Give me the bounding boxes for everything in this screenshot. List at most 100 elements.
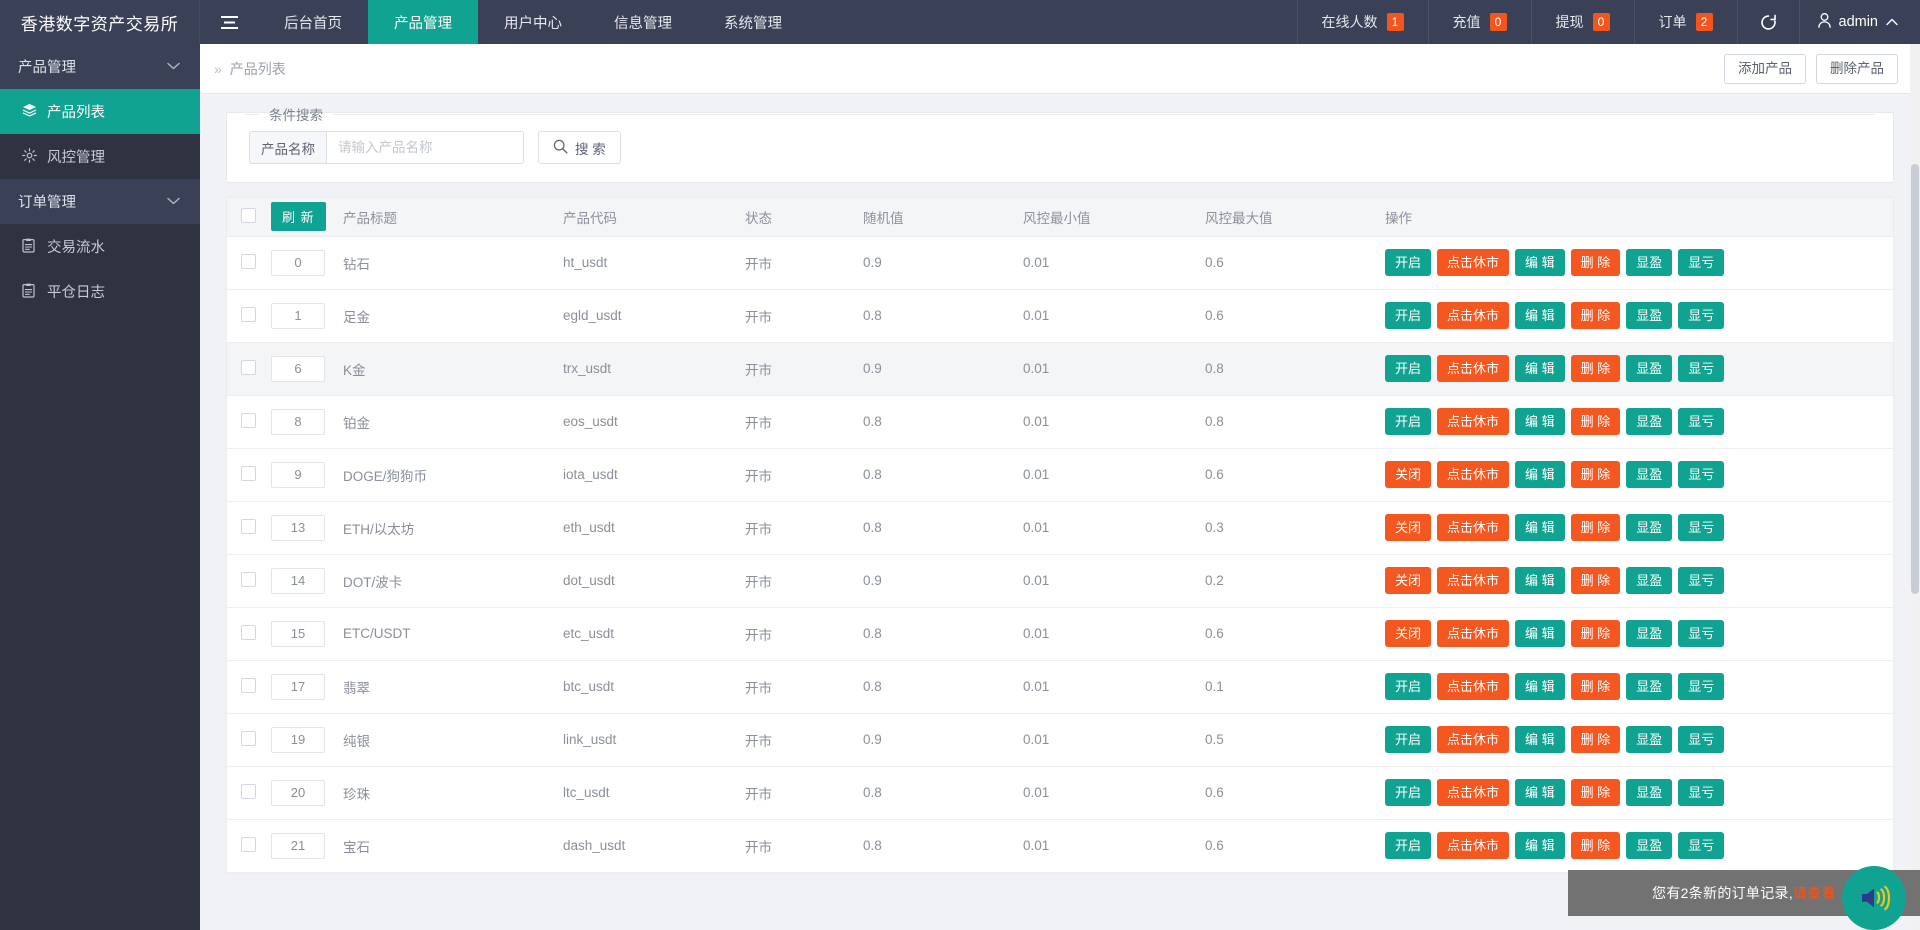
- show-profit-button[interactable]: 显盈: [1626, 408, 1672, 436]
- show-profit-button[interactable]: 显盈: [1626, 726, 1672, 754]
- show-profit-button[interactable]: 显盈: [1626, 249, 1672, 277]
- nav-item-dashboard[interactable]: 后台首页: [258, 0, 368, 44]
- show-loss-button[interactable]: 显亏: [1678, 355, 1724, 383]
- column-header-risk-min[interactable]: 风控最小值: [1017, 198, 1199, 236]
- refresh-button[interactable]: 刷 新: [271, 202, 326, 231]
- table-row[interactable]: 21宝石dash_usdt开市0.80.010.6开启点击休市编 辑删 除显盈显…: [227, 819, 1893, 872]
- scrollbar-thumb[interactable]: [1911, 164, 1919, 594]
- sidebar-item-product-list[interactable]: 产品列表: [0, 89, 200, 134]
- toggle-market-button[interactable]: 开启: [1385, 249, 1431, 277]
- edit-button[interactable]: 编 辑: [1515, 302, 1565, 330]
- delete-button[interactable]: 删 除: [1571, 302, 1621, 330]
- edit-button[interactable]: 编 辑: [1515, 408, 1565, 436]
- table-row[interactable]: 19纯银link_usdt开市0.90.010.5开启点击休市编 辑删 除显盈显…: [227, 713, 1893, 766]
- search-input[interactable]: [326, 131, 524, 164]
- delete-button[interactable]: 删 除: [1571, 620, 1621, 648]
- row-id-value[interactable]: 14: [271, 568, 325, 594]
- sidebar-group-products[interactable]: 产品管理: [0, 44, 200, 89]
- edit-button[interactable]: 编 辑: [1515, 620, 1565, 648]
- show-profit-button[interactable]: 显盈: [1626, 779, 1672, 807]
- delete-button[interactable]: 删 除: [1571, 673, 1621, 701]
- toggle-market-button[interactable]: 关闭: [1385, 461, 1431, 489]
- show-loss-button[interactable]: 显亏: [1678, 779, 1724, 807]
- search-button[interactable]: 搜 索: [538, 131, 621, 164]
- table-row[interactable]: 6K金trx_usdt开市0.90.010.8开启点击休市编 辑删 除显盈显亏: [227, 342, 1893, 395]
- notification-link[interactable]: 请查看: [1793, 883, 1836, 903]
- delete-button[interactable]: 删 除: [1571, 408, 1621, 436]
- row-id-value[interactable]: 20: [271, 780, 325, 806]
- toggle-market-button[interactable]: 开启: [1385, 355, 1431, 383]
- stat-withdraw[interactable]: 提现 0: [1531, 0, 1634, 44]
- user-menu[interactable]: admin: [1799, 0, 1920, 44]
- edit-button[interactable]: 编 辑: [1515, 567, 1565, 595]
- row-checkbox[interactable]: [241, 360, 256, 375]
- delete-button[interactable]: 删 除: [1571, 567, 1621, 595]
- edit-button[interactable]: 编 辑: [1515, 726, 1565, 754]
- column-header-status[interactable]: 状态: [739, 198, 857, 236]
- delete-product-button[interactable]: 删除产品: [1816, 54, 1898, 84]
- suspend-market-button[interactable]: 点击休市: [1437, 832, 1509, 860]
- table-row[interactable]: 9DOGE/狗狗币iota_usdt开市0.80.010.6关闭点击休市编 辑删…: [227, 448, 1893, 501]
- table-row[interactable]: 0钻石ht_usdt开市0.90.010.6开启点击休市编 辑删 除显盈显亏: [227, 236, 1893, 289]
- show-profit-button[interactable]: 显盈: [1626, 514, 1672, 542]
- suspend-market-button[interactable]: 点击休市: [1437, 567, 1509, 595]
- edit-button[interactable]: 编 辑: [1515, 514, 1565, 542]
- table-row[interactable]: 14DOT/波卡dot_usdt开市0.90.010.2关闭点击休市编 辑删 除…: [227, 554, 1893, 607]
- delete-button[interactable]: 删 除: [1571, 779, 1621, 807]
- row-checkbox[interactable]: [241, 678, 256, 693]
- row-checkbox[interactable]: [241, 413, 256, 428]
- row-checkbox[interactable]: [241, 784, 256, 799]
- suspend-market-button[interactable]: 点击休市: [1437, 461, 1509, 489]
- show-profit-button[interactable]: 显盈: [1626, 461, 1672, 489]
- column-header-title[interactable]: 产品标题: [337, 198, 557, 236]
- suspend-market-button[interactable]: 点击休市: [1437, 514, 1509, 542]
- suspend-market-button[interactable]: 点击休市: [1437, 249, 1509, 277]
- show-loss-button[interactable]: 显亏: [1678, 567, 1724, 595]
- delete-button[interactable]: 删 除: [1571, 249, 1621, 277]
- nav-item-users[interactable]: 用户中心: [478, 0, 588, 44]
- show-profit-button[interactable]: 显盈: [1626, 620, 1672, 648]
- edit-button[interactable]: 编 辑: [1515, 779, 1565, 807]
- suspend-market-button[interactable]: 点击休市: [1437, 620, 1509, 648]
- suspend-market-button[interactable]: 点击休市: [1437, 302, 1509, 330]
- sidebar-item-transaction-flow[interactable]: 交易流水: [0, 224, 200, 269]
- row-id-value[interactable]: 19: [271, 727, 325, 753]
- edit-button[interactable]: 编 辑: [1515, 461, 1565, 489]
- row-id-value[interactable]: 21: [271, 833, 325, 859]
- table-row[interactable]: 8铂金eos_usdt开市0.80.010.8开启点击休市编 辑删 除显盈显亏: [227, 395, 1893, 448]
- show-profit-button[interactable]: 显盈: [1626, 832, 1672, 860]
- suspend-market-button[interactable]: 点击休市: [1437, 673, 1509, 701]
- toggle-market-button[interactable]: 开启: [1385, 408, 1431, 436]
- toggle-market-button[interactable]: 开启: [1385, 673, 1431, 701]
- toggle-market-button[interactable]: 关闭: [1385, 514, 1431, 542]
- row-checkbox[interactable]: [241, 572, 256, 587]
- stat-deposit[interactable]: 充值 0: [1428, 0, 1531, 44]
- sidebar-item-risk-control[interactable]: 风控管理: [0, 134, 200, 179]
- add-product-button[interactable]: 添加产品: [1724, 54, 1806, 84]
- table-row[interactable]: 13ETH/以太坊eth_usdt开市0.80.010.3关闭点击休市编 辑删 …: [227, 501, 1893, 554]
- delete-button[interactable]: 删 除: [1571, 461, 1621, 489]
- row-id-value[interactable]: 8: [271, 409, 325, 435]
- row-checkbox[interactable]: [241, 466, 256, 481]
- suspend-market-button[interactable]: 点击休市: [1437, 726, 1509, 754]
- table-row[interactable]: 1足金egld_usdt开市0.80.010.6开启点击休市编 辑删 除显盈显亏: [227, 289, 1893, 342]
- table-row[interactable]: 15ETC/USDTetc_usdt开市0.80.010.6关闭点击休市编 辑删…: [227, 607, 1893, 660]
- show-loss-button[interactable]: 显亏: [1678, 408, 1724, 436]
- row-id-value[interactable]: 1: [271, 303, 325, 329]
- stat-online-users[interactable]: 在线人数 1: [1297, 0, 1428, 44]
- column-header-risk-max[interactable]: 风控最大值: [1199, 198, 1379, 236]
- show-profit-button[interactable]: 显盈: [1626, 355, 1672, 383]
- row-checkbox[interactable]: [241, 307, 256, 322]
- show-loss-button[interactable]: 显亏: [1678, 673, 1724, 701]
- toggle-market-button[interactable]: 开启: [1385, 779, 1431, 807]
- show-profit-button[interactable]: 显盈: [1626, 673, 1672, 701]
- toggle-market-button[interactable]: 开启: [1385, 726, 1431, 754]
- row-id-value[interactable]: 17: [271, 674, 325, 700]
- vertical-scrollbar[interactable]: [1910, 44, 1920, 930]
- show-loss-button[interactable]: 显亏: [1678, 514, 1724, 542]
- show-profit-button[interactable]: 显盈: [1626, 567, 1672, 595]
- show-loss-button[interactable]: 显亏: [1678, 620, 1724, 648]
- speaker-icon[interactable]: [1842, 866, 1906, 930]
- toggle-market-button[interactable]: 开启: [1385, 302, 1431, 330]
- edit-button[interactable]: 编 辑: [1515, 832, 1565, 860]
